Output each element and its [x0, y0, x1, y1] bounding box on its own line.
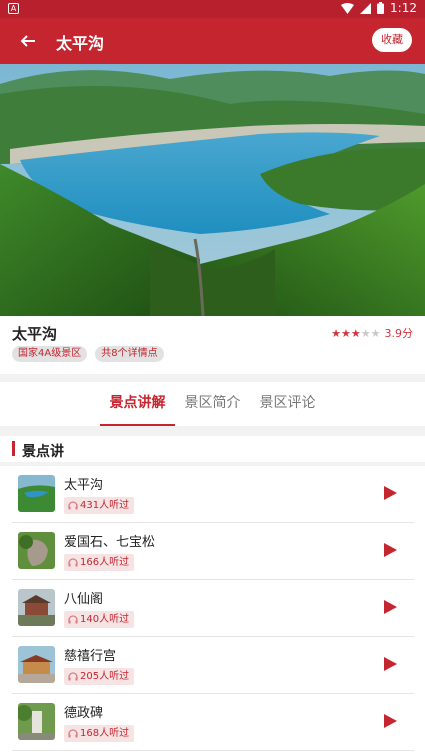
app-notification-icon: A [8, 3, 19, 14]
app-bar: 太平沟 收藏 [0, 18, 425, 64]
play-icon[interactable] [384, 486, 397, 500]
star-icon: ★ [341, 326, 351, 340]
list-item[interactable]: 八仙阁 140人听过 [12, 580, 414, 637]
star-empty-icon: ★ [370, 326, 381, 340]
list-item[interactable]: 德政碑 168人听过 [12, 694, 414, 751]
spot-name: 慈禧行宫 [64, 649, 117, 664]
star-icon: ★ [331, 326, 341, 340]
list-item[interactable]: 太平沟 431人听过 [12, 466, 414, 523]
status-icons: 1:12 [341, 1, 417, 15]
star-empty-icon: ★ [360, 326, 371, 340]
battery-icon [377, 2, 385, 14]
listen-count-badge: 168人听过 [64, 725, 135, 742]
tab-bar: 景点讲解 景区简介 景区评论 [0, 382, 425, 426]
section-header: 景点讲 [0, 436, 425, 462]
spot-name: 八仙阁 [64, 592, 104, 607]
spot-list: 太平沟 431人听过 爱国石、七宝松 166人听过 八仙阁 140人听过 慈禧行… [0, 466, 425, 756]
rating-score: 3.9分 [384, 327, 414, 340]
play-icon[interactable] [384, 714, 397, 728]
scenic-info-card: 太平沟 ★★★★★ 3.9分 国家4A级景区 共8个详情点 [0, 316, 425, 374]
listen-count: 205人听过 [80, 671, 130, 682]
spot-name: 德政碑 [64, 706, 104, 721]
lake-valley-image [0, 64, 425, 316]
headphones-icon [68, 615, 78, 624]
play-icon[interactable] [384, 657, 397, 671]
scenic-name: 太平沟 [12, 325, 58, 343]
favorite-button[interactable]: 收藏 [372, 28, 412, 52]
status-bar: A 1:12 [0, 0, 425, 18]
detail-count-tag: 共8个详情点 [95, 346, 164, 362]
play-icon[interactable] [384, 600, 397, 614]
page-title: 太平沟 [56, 34, 105, 53]
listen-count-badge: 431人听过 [64, 497, 135, 514]
scenic-tags: 国家4A级景区 共8个详情点 [12, 346, 164, 362]
play-icon[interactable] [384, 543, 397, 557]
listen-count-badge: 140人听过 [64, 611, 135, 628]
back-button[interactable] [16, 29, 40, 53]
level-tag: 国家4A级景区 [12, 346, 88, 362]
spot-thumbnail [18, 703, 55, 740]
listen-count-badge: 205人听过 [64, 668, 135, 685]
arrow-left-icon [20, 35, 35, 47]
spot-name: 太平沟 [64, 478, 104, 493]
section-accent-bar [12, 441, 15, 456]
listen-count: 140人听过 [80, 614, 130, 625]
status-time: 1:12 [390, 1, 417, 15]
hero-image [0, 64, 425, 316]
listen-count: 431人听过 [80, 500, 130, 511]
section-title: 景点讲 [22, 444, 64, 460]
tab-scenic-intro[interactable]: 景区简介 [175, 382, 250, 426]
signal-icon [360, 2, 372, 14]
listen-count: 168人听过 [80, 728, 130, 739]
listen-count-badge: 166人听过 [64, 554, 135, 571]
headphones-icon [68, 672, 78, 681]
headphones-icon [68, 558, 78, 567]
listen-count: 166人听过 [80, 557, 130, 568]
wifi-icon [341, 2, 355, 14]
headphones-icon [68, 729, 78, 738]
spot-thumbnail [18, 589, 55, 626]
headphones-icon [68, 501, 78, 510]
star-icon: ★ [350, 326, 361, 340]
rating-stars: ★★★★★ [331, 327, 380, 340]
spot-name: 爱国石、七宝松 [64, 535, 156, 550]
list-item[interactable]: 慈禧行宫 205人听过 [12, 637, 414, 694]
spot-thumbnail [18, 475, 55, 512]
tab-scenic-reviews[interactable]: 景区评论 [250, 382, 325, 426]
tab-spot-narration[interactable]: 景点讲解 [100, 382, 175, 426]
spot-thumbnail [18, 532, 55, 569]
scenic-rating: ★★★★★ 3.9分 [331, 325, 413, 341]
spot-thumbnail [18, 646, 55, 683]
list-item[interactable]: 爱国石、七宝松 166人听过 [12, 523, 414, 580]
